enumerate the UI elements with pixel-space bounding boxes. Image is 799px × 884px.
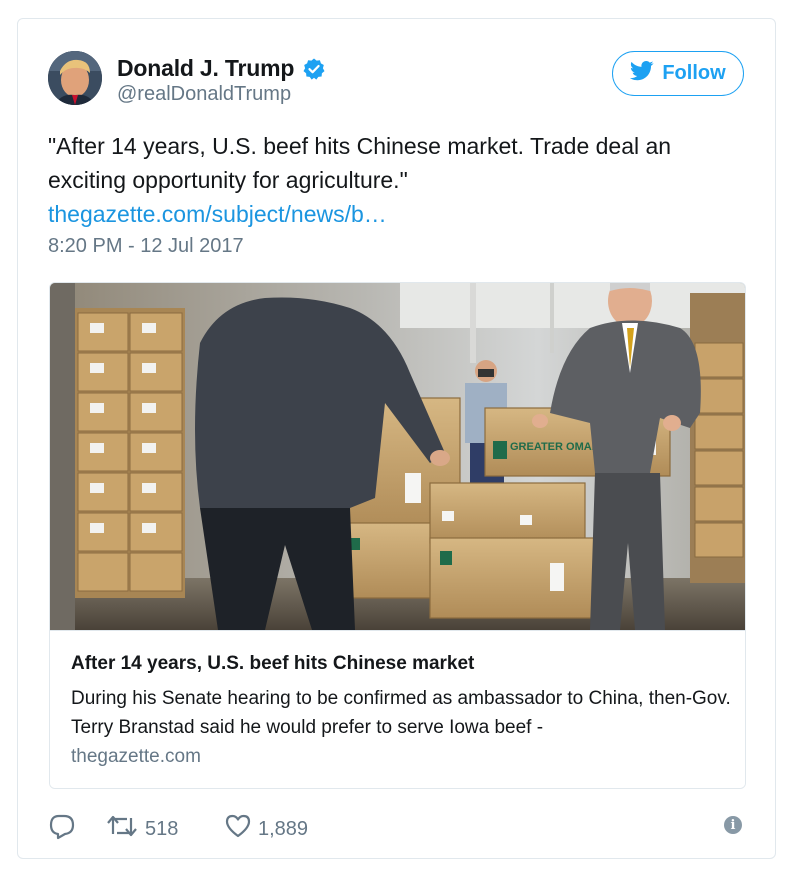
follow-button[interactable]: Follow: [612, 51, 744, 96]
like-icon: [224, 812, 252, 846]
author-name[interactable]: Donald J. Trump: [117, 55, 294, 82]
tweet-link[interactable]: thegazette.com/subject/news/b…: [48, 197, 387, 231]
link-card-title[interactable]: After 14 years, U.S. beef hits Chinese m…: [71, 653, 474, 675]
link-card-image: GREATER OMAHA: [50, 283, 745, 630]
author-row: Donald J. Trump: [117, 55, 326, 82]
retweet-button[interactable]: 518: [105, 812, 178, 846]
like-count: 1,889: [258, 817, 309, 840]
avatar[interactable]: [48, 51, 102, 105]
reply-button[interactable]: [48, 812, 76, 846]
reply-icon: [48, 812, 76, 846]
verified-badge-icon: [302, 57, 326, 81]
twitter-bird-icon: [630, 60, 654, 87]
link-card-description: During his Senate hearing to be confirme…: [71, 688, 731, 738]
link-card-body: After 14 years, U.S. beef hits Chinese m…: [50, 630, 745, 788]
link-card-domain: thegazette.com: [71, 746, 201, 767]
author-handle[interactable]: @realDonaldTrump: [117, 83, 291, 106]
info-icon[interactable]: i: [724, 816, 742, 834]
tweet-card: Donald J. Trump @realDonaldTrump Follow …: [17, 18, 776, 859]
tweet-text: "After 14 years, U.S. beef hits Chinese …: [48, 133, 672, 193]
tweet-timestamp[interactable]: 8:20 PM - 12 Jul 2017: [48, 235, 244, 258]
tweet-actions: 518 1,889 i: [48, 812, 748, 842]
like-button[interactable]: 1,889: [224, 812, 308, 846]
follow-label: Follow: [662, 62, 726, 84]
retweet-icon: [105, 812, 139, 846]
link-card[interactable]: GREATER OMAHA After 14 years, U.S. beef …: [49, 282, 746, 789]
retweet-count: 518: [145, 817, 179, 840]
